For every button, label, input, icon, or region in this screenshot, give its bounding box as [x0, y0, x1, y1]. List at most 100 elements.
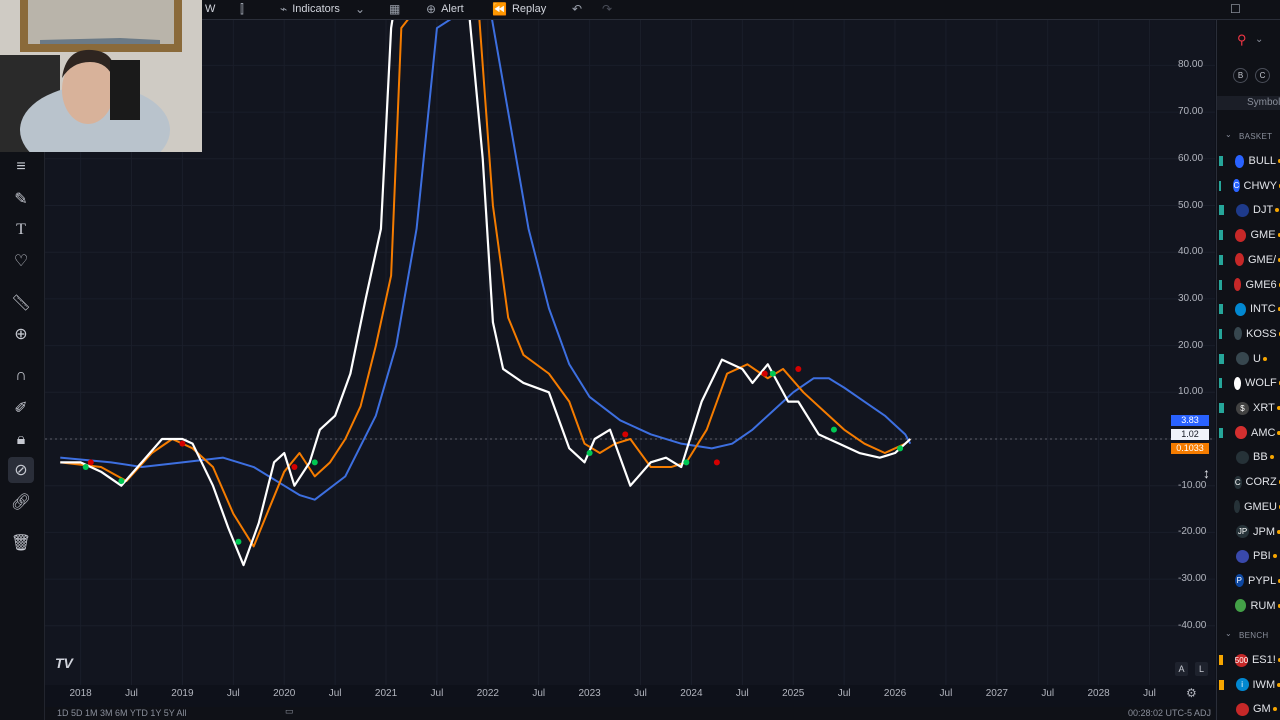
- draw-mode-button[interactable]: ✐: [8, 395, 34, 421]
- alert-button[interactable]: ⊕ Alert: [426, 0, 464, 18]
- flag-icon[interactable]: [1219, 527, 1224, 537]
- favorites-tool-button[interactable]: ♡: [8, 248, 34, 274]
- flag-icon[interactable]: [1219, 655, 1223, 665]
- zoom-tool-button[interactable]: ⊕: [8, 321, 34, 347]
- lock-drawings-button[interactable]: 🔒︎: [8, 427, 34, 453]
- signal-marker: [87, 459, 94, 466]
- chart-pane[interactable]: [45, 20, 1215, 685]
- watchlist-row[interactable]: RUM: [1217, 595, 1280, 617]
- watchlist-row[interactable]: KOSS: [1217, 323, 1280, 345]
- flag-icon[interactable]: [1219, 452, 1224, 462]
- time-axis-label: 2019: [171, 688, 194, 699]
- signal-marker: [291, 464, 298, 471]
- flag-icon[interactable]: [1219, 403, 1224, 413]
- toolbar-partial-button[interactable]: W: [205, 0, 215, 18]
- watchlist-row[interactable]: BULL: [1217, 150, 1280, 172]
- redo-button[interactable]: ↷: [602, 0, 612, 18]
- symbol-logo-icon: [1235, 426, 1247, 440]
- watchlist-row[interactable]: C CORZ: [1217, 471, 1280, 493]
- time-axis-label: 2020: [273, 688, 296, 699]
- watchlist-toggle-button[interactable]: B: [1233, 68, 1248, 83]
- settings-gear-icon[interactable]: ⚙: [1186, 686, 1197, 700]
- flag-icon[interactable]: [1219, 328, 1223, 339]
- indicators-button[interactable]: ⌁ Indicators ⌄: [280, 0, 365, 18]
- signal-marker: [795, 365, 802, 372]
- watchlist-row[interactable]: INTC: [1217, 298, 1280, 320]
- watchlist-row[interactable]: PBI: [1217, 545, 1280, 567]
- text-tool-button[interactable]: T: [8, 217, 34, 243]
- watchlist-row[interactable]: BB: [1217, 446, 1280, 468]
- square-icon: ☐: [1230, 2, 1241, 16]
- watchlist-row[interactable]: GME: [1217, 224, 1280, 246]
- flag-icon[interactable]: [1219, 601, 1223, 611]
- section-bench-collapse-icon[interactable]: ⌄: [1225, 629, 1232, 638]
- flag-icon[interactable]: [1219, 156, 1223, 166]
- bar-style-button[interactable]: ⫿: [240, 0, 244, 18]
- watchlist-row[interactable]: DJT: [1217, 199, 1280, 221]
- flag-icon[interactable]: [1219, 304, 1224, 315]
- log-scale-button[interactable]: L: [1195, 662, 1208, 676]
- crosshair-tool-button[interactable]: ≡: [8, 154, 34, 180]
- undo-button[interactable]: ↶: [572, 0, 582, 18]
- calendar-icon[interactable]: ▭: [285, 706, 294, 717]
- watchlist-toggle-button[interactable]: C: [1255, 68, 1270, 83]
- flag-icon[interactable]: [1219, 576, 1223, 586]
- symbol-label: RUM: [1250, 599, 1276, 612]
- section-collapse-icon[interactable]: ⌄: [1225, 130, 1232, 139]
- watchlist-row[interactable]: U: [1217, 348, 1280, 370]
- clock-and-adjust[interactable]: 00:28:02 UTC-5 ADJ: [1128, 708, 1211, 718]
- time-axis-label: Jul: [1041, 688, 1055, 699]
- watchlist-row[interactable]: C CHWY: [1217, 175, 1280, 197]
- flag-icon[interactable]: [1219, 704, 1224, 714]
- watchlist-row[interactable]: JP JPM: [1217, 521, 1280, 543]
- chart-svg: [45, 20, 1215, 685]
- templates-button[interactable]: ▦: [389, 0, 400, 18]
- hide-drawings-button[interactable]: ⊘: [8, 457, 34, 483]
- watchlist-row[interactable]: $ XRT: [1217, 397, 1280, 419]
- watchlist-row[interactable]: i IWM: [1217, 674, 1280, 696]
- replay-button[interactable]: ⏪ Replay: [492, 0, 546, 18]
- flag-icon[interactable]: [1219, 254, 1223, 265]
- price-axis-label: 20.00: [1178, 339, 1204, 351]
- watchlist-row[interactable]: 500 ES1!: [1217, 649, 1280, 671]
- magnet-tool-button[interactable]: ∩: [8, 363, 34, 389]
- time-axis-label: 2025: [782, 688, 805, 699]
- lines-icon: ≡: [16, 158, 26, 175]
- signal-marker: [82, 464, 89, 471]
- flag-icon[interactable]: [1219, 477, 1222, 487]
- link-drawings-button[interactable]: 🔗︎: [8, 489, 34, 515]
- watchlist-row[interactable]: GME6: [1217, 274, 1280, 296]
- zoom-in-icon: ⊕: [14, 326, 28, 343]
- time-axis-label: 2023: [578, 688, 601, 699]
- trash-icon: 🗑︎: [10, 535, 32, 552]
- section-bench-label[interactable]: BENCH: [1239, 631, 1269, 640]
- range-buttons[interactable]: 1D 5D 1M 3M 6M YTD 1Y 5Y All: [57, 708, 187, 718]
- measure-tool-button[interactable]: 📏︎: [8, 290, 34, 316]
- watchlist-panel: ⚲ ⌄ BC Symbol BASKET ⌄ BULL C CHWY DJT GME GM…: [1216, 20, 1280, 720]
- watchlist-row[interactable]: GMEU: [1217, 496, 1280, 518]
- fullscreen-button[interactable]: ☐: [1230, 0, 1241, 18]
- watchlist-row[interactable]: P PYPL: [1217, 570, 1280, 592]
- watchlist-row[interactable]: GM: [1217, 698, 1280, 720]
- section-baskets-label[interactable]: BASKET: [1239, 132, 1272, 141]
- chevron-down-icon[interactable]: ⌄: [1255, 34, 1263, 45]
- pin-icon[interactable]: ⚲: [1237, 32, 1247, 48]
- flag-icon[interactable]: [1219, 502, 1222, 512]
- auto-scale-button[interactable]: A: [1175, 662, 1188, 676]
- trendline-tool-button[interactable]: ✎: [8, 186, 34, 212]
- watchlist-row[interactable]: WOLF: [1217, 372, 1280, 394]
- flag-icon[interactable]: [1219, 353, 1224, 364]
- watchlist-row[interactable]: GME/: [1217, 249, 1280, 271]
- remove-drawings-button[interactable]: 🗑︎: [8, 530, 34, 556]
- flag-icon[interactable]: [1219, 679, 1224, 690]
- flag-icon[interactable]: [1219, 427, 1224, 438]
- watchlist-row[interactable]: AMC: [1217, 422, 1280, 444]
- flag-icon[interactable]: [1219, 279, 1222, 290]
- flag-icon[interactable]: [1219, 551, 1224, 561]
- flag-icon[interactable]: [1219, 180, 1222, 191]
- flag-icon[interactable]: [1219, 205, 1224, 216]
- flag-icon[interactable]: [1219, 378, 1222, 389]
- price-axis-label: 80.00: [1178, 59, 1204, 71]
- signal-marker: [761, 370, 768, 377]
- flag-icon[interactable]: [1219, 230, 1224, 241]
